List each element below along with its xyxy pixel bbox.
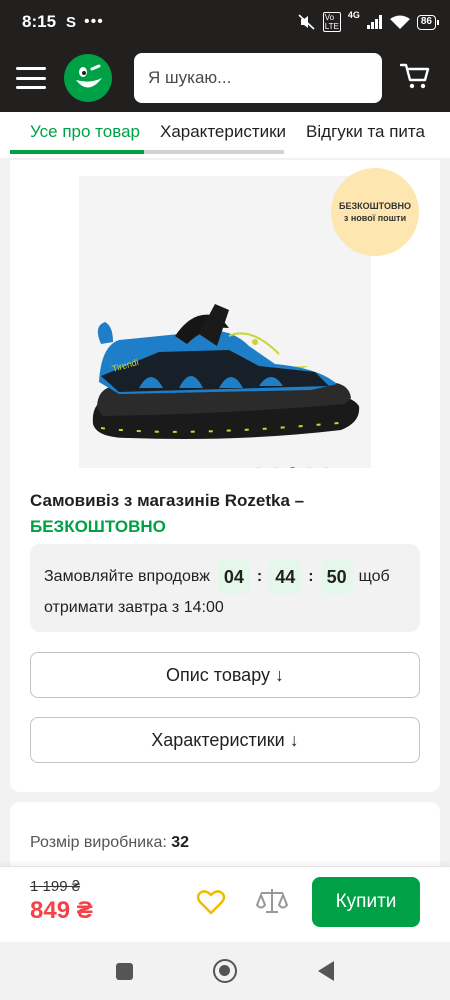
status-bar: 8:15 S ••• Vo LTE 4G 86 [0, 0, 450, 44]
timer-minutes: 44 [269, 560, 302, 594]
old-price: 1 199 ₴ [30, 878, 81, 895]
tab-reviews[interactable]: Відгуки та пита [306, 122, 425, 142]
volte-icon: Vo LTE [322, 12, 341, 32]
gallery-dot[interactable] [272, 467, 279, 468]
mute-icon [298, 14, 315, 30]
app-header [0, 44, 450, 112]
timer-suffix: щоб [358, 568, 390, 585]
more-notifications-icon: ••• [84, 13, 104, 30]
size-card: Розмір виробника: 32 [10, 802, 440, 872]
gallery-dot[interactable] [255, 467, 262, 468]
gallery-dot[interactable] [306, 467, 313, 468]
product-card: Tirendi БЕЗКОШТОВНО з нової пошти Самови… [10, 160, 440, 792]
wifi-icon [389, 15, 410, 29]
gallery-dots[interactable] [255, 467, 330, 468]
pickup-free-label: БЕЗКОШТОВНО [30, 517, 166, 536]
tab-active-indicator [10, 150, 144, 154]
timer-hours: 04 [217, 560, 250, 594]
tab-all-about-product[interactable]: Усе про товар [30, 122, 140, 142]
pickup-info: Самовивіз з магазинів Rozetka – БЕЗКОШТО… [30, 488, 304, 540]
search-input[interactable] [148, 68, 369, 88]
description-button[interactable]: Опис товару ↓ [30, 652, 420, 698]
network-type: 4G [347, 10, 360, 20]
signal-icon [366, 15, 382, 29]
delivery-timer: Замовляйте впродовж 04 : 44 : 50 щоб отр… [30, 544, 420, 632]
menu-icon[interactable] [16, 67, 46, 89]
buy-button[interactable]: Купити [312, 877, 420, 927]
timer-line: Замовляйте впродовж 04 : 44 : 50 щоб [44, 560, 406, 594]
home-icon[interactable] [213, 959, 237, 983]
current-price: 849 ₴ [30, 897, 93, 924]
gallery-dot[interactable] [289, 467, 296, 468]
status-icons: Vo LTE 4G 86 [298, 10, 440, 32]
characteristics-button[interactable]: Характеристики ↓ [30, 717, 420, 763]
pickup-text: Самовивіз з магазинів Rozetka – [30, 491, 305, 510]
battery-icon: 86 [416, 14, 440, 30]
compare-scales-icon[interactable] [255, 887, 289, 920]
tab-characteristics[interactable]: Характеристики [160, 122, 286, 142]
rozetka-logo[interactable] [64, 54, 112, 102]
free-delivery-badge: БЕЗКОШТОВНО з нової пошти [331, 168, 419, 256]
recents-icon[interactable] [116, 963, 133, 980]
back-icon[interactable] [318, 961, 334, 981]
sandal-image: Tirendi [92, 304, 360, 439]
timer-seconds: 50 [320, 560, 353, 594]
wishlist-heart-icon[interactable] [196, 889, 226, 920]
size-value: 32 [171, 834, 190, 851]
gallery-dot[interactable] [323, 467, 330, 468]
badge-line1: БЕЗКОШТОВНО [339, 201, 411, 211]
buy-bar: 1 199 ₴ 849 ₴ Купити [0, 866, 450, 942]
timer-line2: отримати завтра з 14:00 [44, 599, 224, 616]
system-nav-bar [0, 942, 450, 1000]
manufacturer-size: Розмір виробника: 32 [30, 834, 189, 852]
size-label: Розмір виробника: [30, 834, 167, 851]
status-time: 8:15 [22, 12, 57, 31]
search-bar[interactable] [134, 53, 382, 103]
badge-line2: з нової пошти [343, 213, 407, 223]
timer-prefix: Замовляйте впродовж [44, 568, 210, 585]
product-tabs: Усе про товар Характеристики Відгуки та … [0, 112, 450, 158]
cart-icon[interactable] [399, 62, 430, 95]
product-image[interactable]: Tirendi [79, 176, 371, 468]
app-indicator-icon: S [66, 13, 77, 31]
